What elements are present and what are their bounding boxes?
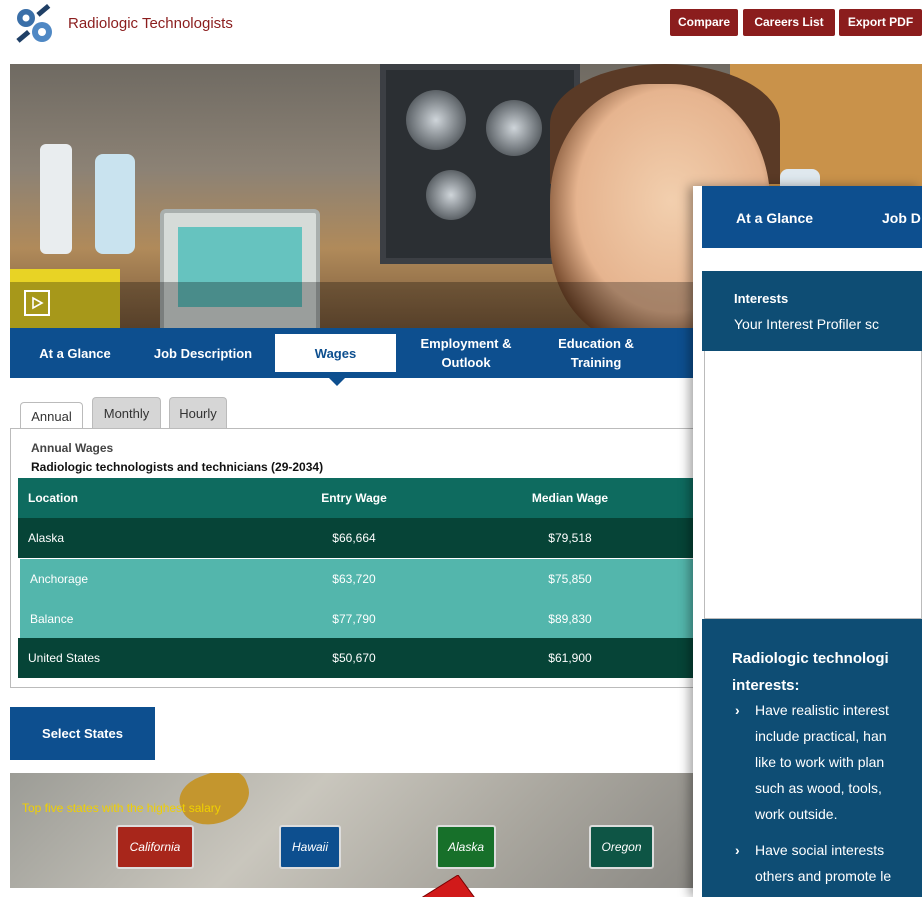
gears-logo-icon: [16, 4, 52, 43]
column-header: Median Wage: [531, 491, 609, 505]
compare-button[interactable]: Compare: [670, 9, 738, 36]
column-header: Location: [28, 491, 78, 505]
overlay-tab-job-description[interactable]: Job D: [882, 186, 921, 248]
interests-heading-line: Radiologic technologi: [732, 650, 889, 667]
export-pdf-button[interactable]: Export PDF: [839, 9, 922, 36]
wage-tab-hourly[interactable]: Hourly: [169, 397, 227, 429]
interests-header: [702, 271, 922, 351]
location-cell: Alaska: [28, 531, 65, 545]
interests-subtitle: Your Interest Profiler sc: [734, 316, 879, 332]
red-arrow-icon: [421, 875, 475, 897]
hero-bottle: [40, 144, 72, 254]
interests-chart-area: [704, 351, 922, 619]
chevron-right-icon: ›: [735, 702, 740, 718]
table-row: United States $50,670 $61,900: [18, 638, 695, 678]
play-video-icon[interactable]: [24, 290, 50, 316]
entry-wage-cell: $77,790: [332, 612, 376, 626]
list-item-text: work outside.: [755, 806, 838, 822]
list-item-text: Have realistic interest: [755, 702, 889, 718]
column-header: Entry Wage: [321, 491, 387, 505]
state-button-oregon[interactable]: Oregon: [589, 825, 654, 869]
table-row: Balance $77,790 $89,830: [20, 599, 695, 639]
hero-bottle: [95, 154, 135, 254]
tab-job-description[interactable]: Job Description: [148, 328, 258, 378]
list-item-text: others and promote le: [755, 868, 892, 884]
career-tabs: At a Glance Job Description Wages Employ…: [10, 328, 695, 378]
tab-wages[interactable]: Wages: [275, 334, 396, 372]
tab-education-training[interactable]: Education & Training: [540, 328, 652, 378]
interests-title: Interests: [734, 291, 789, 306]
table-header: Location Entry Wage Median Wage: [18, 478, 695, 518]
location-cell: United States: [28, 651, 101, 665]
list-item-text: like to work with plan: [755, 754, 885, 770]
map-caption: Top five states with the highest salary: [22, 801, 221, 815]
list-item-text: Have social interests: [755, 842, 885, 858]
list-item: › Have realistic interest include practi…: [735, 697, 891, 827]
median-wage-cell: $75,850: [548, 572, 592, 586]
entry-wage-cell: $66,664: [332, 531, 376, 545]
chevron-right-icon: ›: [735, 842, 740, 858]
overlay-tab-at-a-glance[interactable]: At a Glance: [736, 186, 813, 248]
table-row: Anchorage $63,720 $75,850: [20, 559, 695, 599]
median-wage-cell: $89,830: [548, 612, 592, 626]
page-title: Radiologic Technologists: [68, 15, 233, 32]
list-item: › Have social interests others and promo…: [735, 837, 891, 889]
wage-tab-annual[interactable]: Annual: [20, 402, 83, 430]
location-cell: Balance: [30, 612, 74, 626]
wage-tab-monthly[interactable]: Monthly: [92, 397, 161, 429]
interests-heading-line: interests:: [732, 677, 800, 694]
occupation-title: Radiologic technologists and technicians…: [31, 460, 324, 474]
careers-list-button[interactable]: Careers List: [743, 9, 835, 36]
location-cell: Anchorage: [30, 572, 89, 586]
interests-heading: Radiologic technologi interests:: [732, 645, 889, 699]
tab-at-a-glance[interactable]: At a Glance: [28, 328, 122, 378]
active-tab-pointer: [329, 378, 345, 386]
state-button-alaska[interactable]: Alaska: [436, 825, 496, 869]
overlay-tabs: At a Glance Job D: [702, 186, 922, 248]
list-item-text: include practical, han: [755, 728, 887, 744]
tab-employment-outlook[interactable]: Employment & Outlook: [410, 328, 522, 378]
median-wage-cell: $61,900: [548, 651, 592, 665]
state-button-hawaii[interactable]: Hawaii: [279, 825, 341, 869]
entry-wage-cell: $63,720: [332, 572, 376, 586]
state-button-california[interactable]: California: [116, 825, 194, 869]
app-header: Radiologic Technologists Compare Careers…: [0, 0, 922, 48]
select-states-button[interactable]: Select States: [10, 707, 155, 760]
list-item-text: such as wood, tools,: [755, 780, 882, 796]
table-row: Alaska $66,664 $79,518: [18, 518, 695, 558]
entry-wage-cell: $50,670: [332, 651, 376, 665]
median-wage-cell: $79,518: [548, 531, 592, 545]
interests-list: › Have realistic interest include practi…: [735, 697, 891, 897]
wages-title: Annual Wages: [31, 441, 114, 455]
